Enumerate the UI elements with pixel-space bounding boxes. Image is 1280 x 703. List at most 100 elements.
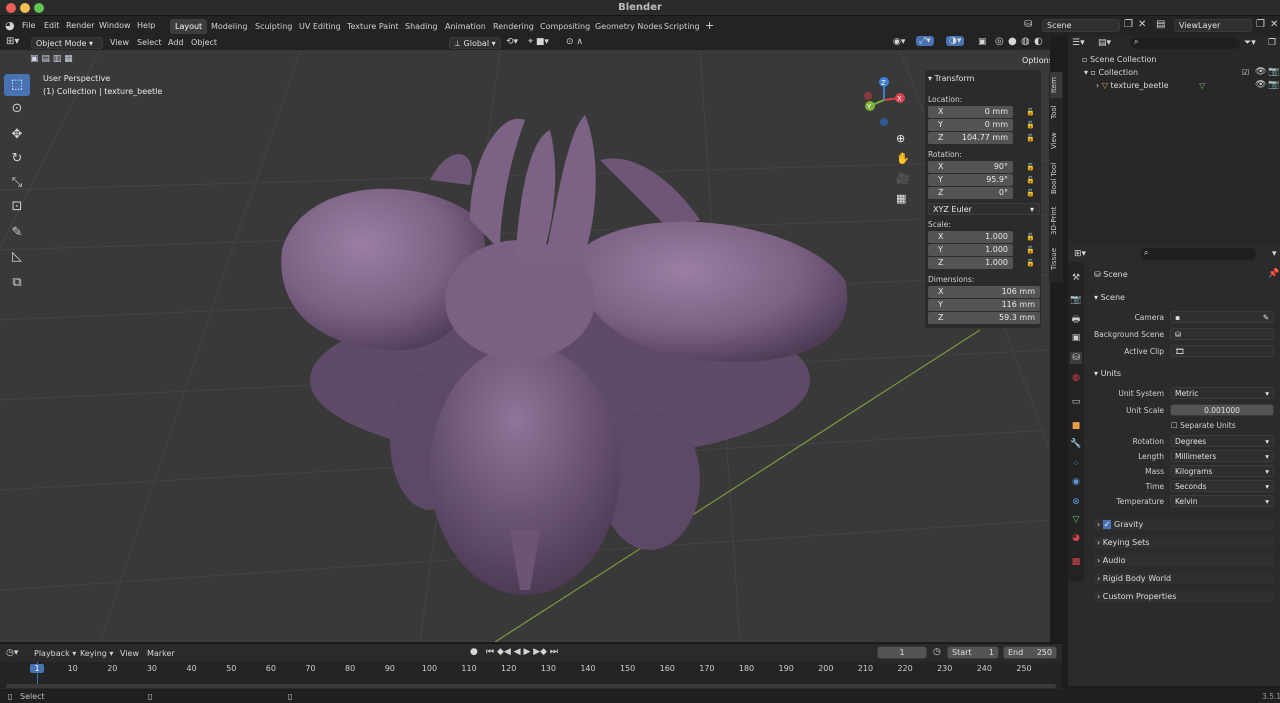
proportional-editing-icon[interactable]: ⊙ ∧ bbox=[566, 37, 583, 47]
tool-tab-icon[interactable]: ⚒ bbox=[1070, 272, 1082, 284]
beetle-model[interactable] bbox=[281, 115, 848, 595]
view-layer-tab-icon[interactable]: ▣ bbox=[1070, 332, 1082, 344]
unit-scale-field[interactable]: 0.001000 bbox=[1170, 404, 1274, 416]
gravity-section-header[interactable]: › ✓ Gravity bbox=[1094, 519, 1274, 530]
tab-3d-print[interactable]: 3D-Print bbox=[1050, 202, 1062, 240]
lock-icon[interactable]: 🔓 bbox=[1026, 189, 1035, 198]
workspace-tab-scripting[interactable]: Scripting bbox=[659, 19, 705, 34]
rotation-x-field[interactable]: X 90° bbox=[928, 161, 1013, 173]
lock-icon[interactable]: 🔓 bbox=[1026, 163, 1035, 172]
dimensions-y-field[interactable]: Y 116 mm bbox=[928, 299, 1040, 311]
overlays-toggle-icon[interactable]: ◑▾ bbox=[946, 36, 965, 46]
active-clip-field[interactable]: 🎞 bbox=[1170, 345, 1274, 357]
scale-z-field[interactable]: Z 1.000 bbox=[928, 257, 1013, 269]
dimensions-x-field[interactable]: X 106 mm bbox=[928, 286, 1040, 298]
tab-bool-tool[interactable]: Bool Tool bbox=[1050, 158, 1062, 198]
scale-icon[interactable]: ⤡ bbox=[4, 172, 30, 194]
measure-icon[interactable]: ◺ bbox=[4, 246, 30, 268]
workspace-tab-rendering[interactable]: Rendering bbox=[488, 19, 539, 34]
menu-file[interactable]: File bbox=[22, 21, 35, 30]
lock-icon[interactable]: 🔓 bbox=[1026, 108, 1035, 117]
audio-section-header[interactable]: › Audio bbox=[1094, 555, 1274, 566]
menu-window[interactable]: Window bbox=[99, 21, 131, 30]
blender-logo-icon[interactable]: ◕ bbox=[5, 19, 15, 32]
viewport-menu-view[interactable]: View bbox=[110, 38, 129, 47]
particles-tab-icon[interactable]: ⁘ bbox=[1070, 458, 1082, 470]
menu-help[interactable]: Help bbox=[137, 21, 155, 30]
lock-icon[interactable]: 🔓 bbox=[1026, 246, 1035, 255]
preview-range-icon[interactable]: ◷ bbox=[933, 647, 941, 657]
rotation-y-field[interactable]: Y 95.9° bbox=[928, 174, 1013, 186]
timeline-playhead-frame[interactable]: 1 bbox=[30, 664, 44, 673]
pin-icon[interactable]: 📌 bbox=[1268, 269, 1279, 279]
transform-panel-header[interactable]: ▾ Transform bbox=[928, 74, 974, 83]
pivot-point-icon[interactable]: ⟲▾ bbox=[506, 37, 518, 47]
location-z-field[interactable]: Z 104.77 mm bbox=[928, 132, 1013, 144]
timeline-scrollbar[interactable] bbox=[6, 684, 1056, 688]
scene-section-header[interactable]: ▾ Scene bbox=[1094, 293, 1125, 302]
material-tab-icon[interactable]: ◕ bbox=[1070, 532, 1082, 544]
new-scene-icon[interactable]: ❐ bbox=[1124, 19, 1133, 30]
workspace-tab-geometry-nodes[interactable]: Geometry Nodes bbox=[590, 19, 667, 34]
workspace-tab-layout[interactable]: Layout bbox=[170, 19, 208, 34]
zoom-icon[interactable]: ⊕ bbox=[896, 132, 905, 145]
snap-icon[interactable]: ⌖ ■▾ bbox=[528, 37, 549, 47]
transform-icon[interactable]: ⊡ bbox=[4, 196, 30, 218]
length-dropdown[interactable]: Millimeters ▾ bbox=[1170, 450, 1274, 462]
shading-rendered-icon[interactable]: ◐ bbox=[1034, 36, 1043, 47]
rotation-mode-dropdown[interactable]: XYZ Euler ▾ bbox=[928, 203, 1040, 215]
xray-toggle-icon[interactable]: ▣ bbox=[978, 37, 987, 47]
separate-units-checkbox[interactable]: ☐ Separate Units bbox=[1171, 421, 1236, 430]
scene-selector[interactable]: Scene bbox=[1042, 19, 1120, 32]
navigation-gizmo[interactable]: Z X Y bbox=[860, 76, 910, 132]
3d-viewport[interactable]: User Perspective (1) Collection | textur… bbox=[0, 50, 1050, 642]
lock-icon[interactable]: 🔓 bbox=[1026, 176, 1035, 185]
gravity-checkbox[interactable]: ✓ bbox=[1102, 520, 1112, 529]
timeline-menu-keying[interactable]: Keying ▾ bbox=[80, 649, 113, 658]
collection-tab-icon[interactable]: ▭ bbox=[1070, 396, 1082, 408]
data-tab-icon[interactable]: ▽ bbox=[1070, 514, 1082, 526]
lock-icon[interactable]: 🔓 bbox=[1026, 233, 1035, 242]
constraints-tab-icon[interactable]: ⊗ bbox=[1070, 496, 1082, 508]
outliner-scene-collection[interactable]: ▫ Scene Collection bbox=[1082, 55, 1156, 64]
delete-scene-icon[interactable]: ✕ bbox=[1138, 19, 1146, 30]
temperature-dropdown[interactable]: Kelvin ▾ bbox=[1170, 495, 1274, 507]
location-x-field[interactable]: X0 mm bbox=[928, 106, 1013, 118]
rotation-units-dropdown[interactable]: Degrees ▾ bbox=[1170, 435, 1274, 447]
background-scene-field[interactable]: ⛁ bbox=[1170, 328, 1274, 340]
workspace-tab-shading[interactable]: Shading bbox=[400, 19, 443, 34]
viewport-menu-object[interactable]: Object bbox=[191, 38, 217, 47]
location-y-field[interactable]: Y0 mm bbox=[928, 119, 1013, 131]
rotation-z-field[interactable]: Z 0° bbox=[928, 187, 1013, 199]
view-layer-icon[interactable]: ▤ bbox=[1156, 19, 1165, 30]
tab-view[interactable]: View bbox=[1050, 128, 1062, 154]
scene-tab-icon[interactable]: ⛁ bbox=[1070, 352, 1082, 364]
workspace-tab-sculpting[interactable]: Sculpting bbox=[250, 19, 297, 34]
gizmo-toggle-icon[interactable]: ⤢▾ bbox=[916, 36, 934, 46]
keying-sets-section-header[interactable]: › Keying Sets bbox=[1094, 537, 1274, 548]
scene-icon[interactable]: ⛁ bbox=[1024, 19, 1032, 30]
ortho-toggle-icon[interactable]: ▦ bbox=[896, 192, 906, 205]
outliner-object-texture-beetle[interactable]: › ▽ texture_beetle ▽ bbox=[1096, 81, 1205, 90]
lock-icon[interactable]: 🔓 bbox=[1026, 134, 1035, 143]
outliner-collection[interactable]: ▾ ▫ Collection bbox=[1084, 68, 1138, 77]
workspace-tab-texture-paint[interactable]: Texture Paint bbox=[342, 19, 404, 34]
timeline-menu-playback[interactable]: Playback ▾ bbox=[34, 649, 76, 658]
physics-tab-icon[interactable]: ◉ bbox=[1070, 476, 1082, 488]
outliner-display-mode-icon[interactable]: ▤▾ bbox=[1098, 38, 1111, 48]
outliner-filter-icon[interactable]: ⏷▾ bbox=[1244, 38, 1256, 48]
eyedropper-icon[interactable]: ✎ bbox=[1263, 313, 1269, 322]
mode-selector[interactable]: Object Mode ▾ bbox=[31, 37, 103, 49]
selection-mode-icons[interactable]: ▣ ▤ ▥ ▦ bbox=[30, 54, 73, 64]
unit-system-dropdown[interactable]: Metric ▾ bbox=[1170, 387, 1274, 399]
properties-editor-type-icon[interactable]: ⊞▾ bbox=[1074, 249, 1086, 259]
workspace-tab-animation[interactable]: Animation bbox=[440, 19, 491, 34]
current-frame-field[interactable]: 1 bbox=[877, 646, 927, 659]
object-tab-icon[interactable]: ■ bbox=[1070, 420, 1082, 432]
time-dropdown[interactable]: Seconds ▾ bbox=[1170, 480, 1274, 492]
add-cube-icon[interactable]: ⧉ bbox=[4, 272, 30, 294]
workspace-tab-uv-editing[interactable]: UV Editing bbox=[294, 19, 346, 34]
outliner-search-input[interactable]: ⌕ bbox=[1130, 37, 1240, 49]
new-view-layer-icon[interactable]: ❐ bbox=[1256, 19, 1265, 30]
timeline-menu-view[interactable]: View bbox=[120, 649, 139, 658]
